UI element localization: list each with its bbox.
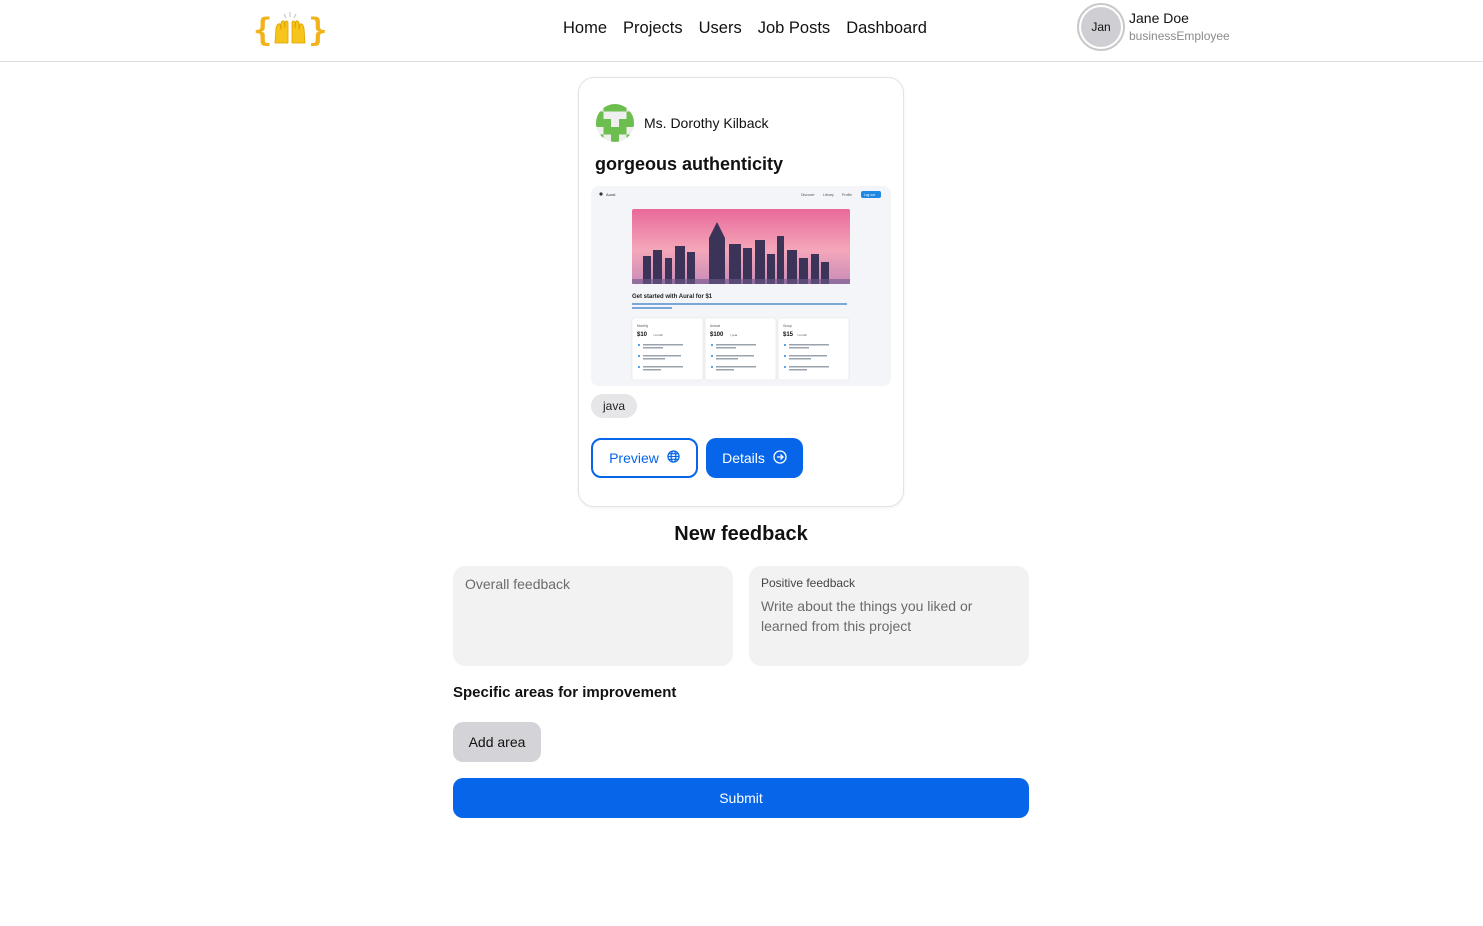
improvement-areas-title: Specific areas for improvement [453, 684, 677, 701]
screenshot-plan-monthly-name: Monthly [637, 324, 649, 328]
screenshot-headline: Get started with Aural for $1 [632, 294, 713, 300]
identicon-icon [596, 104, 634, 142]
project-title: gorgeous authenticity [595, 154, 784, 174]
nav-projects[interactable]: Projects [615, 17, 691, 39]
logo-right-brace: } [308, 11, 328, 49]
user-name: Jane Doe [1129, 10, 1189, 26]
nav-dashboard[interactable]: Dashboard [838, 17, 935, 39]
nav-job-posts[interactable]: Job Posts [750, 17, 838, 39]
screenshot-brand: Aural [606, 192, 615, 197]
screenshot-nav-library: Library [823, 193, 834, 197]
user-menu[interactable]: Jan Jane Doe businessEmployee [1077, 3, 1230, 51]
logo[interactable]: { } [253, 10, 328, 50]
logo-left-brace: { [253, 11, 273, 49]
overall-feedback-input[interactable] [453, 566, 733, 666]
screenshot-plan-annual-price: $100 [710, 332, 724, 338]
details-button[interactable]: Details [706, 438, 803, 478]
main-nav: Home Projects Users Job Posts Dashboard [555, 17, 935, 39]
tech-tag[interactable]: java [591, 394, 638, 418]
globe-icon [667, 450, 680, 466]
nav-home[interactable]: Home [555, 17, 615, 39]
screenshot-plan-monthly-period: / month [653, 333, 663, 337]
project-screenshot[interactable]: Aural Discover Library Profile Log out G… [591, 186, 891, 386]
screenshot-plan-group-price: $15 [783, 332, 794, 338]
top-navbar: { } Home Projects Users Job Posts Dashbo… [0, 0, 1483, 62]
details-button-label: Details [722, 450, 765, 466]
raising-hands-icon [272, 10, 308, 50]
project-card: Ms. Dorothy Kilback gorgeous authenticit… [578, 77, 904, 507]
screenshot-plan-annual-period: / year [730, 333, 738, 337]
add-area-button[interactable]: Add area [453, 722, 541, 762]
user-info: Jane Doe businessEmployee [1129, 9, 1230, 45]
screenshot-nav-discover: Discover [801, 193, 815, 197]
screenshot-plan-group-name: Group [783, 324, 792, 328]
avatar[interactable]: Jan [1077, 3, 1125, 51]
positive-feedback-label: Positive feedback [761, 576, 856, 590]
nav-users[interactable]: Users [691, 17, 750, 39]
positive-feedback-field[interactable]: Positive feedback [749, 566, 1029, 666]
arrow-right-circle-icon [773, 449, 787, 467]
screenshot-plan-monthly-price: $10 [637, 332, 648, 338]
project-author[interactable]: Ms. Dorothy Kilback [596, 104, 768, 142]
feedback-title: New feedback [674, 523, 808, 545]
screenshot-plan-annual-name: Annual [710, 324, 720, 328]
submit-button[interactable]: Submit [453, 778, 1029, 818]
preview-button-label: Preview [609, 450, 659, 466]
screenshot-cta: Log out [864, 193, 875, 197]
screenshot-nav-profile: Profile [842, 193, 852, 197]
screenshot-plan-group-period: / month [797, 333, 807, 337]
avatar-initials: Jan [1081, 7, 1121, 47]
overall-feedback-field[interactable] [453, 566, 733, 666]
user-role: businessEmployee [1129, 29, 1230, 43]
author-name: Ms. Dorothy Kilback [644, 115, 769, 131]
preview-button[interactable]: Preview [591, 438, 698, 478]
